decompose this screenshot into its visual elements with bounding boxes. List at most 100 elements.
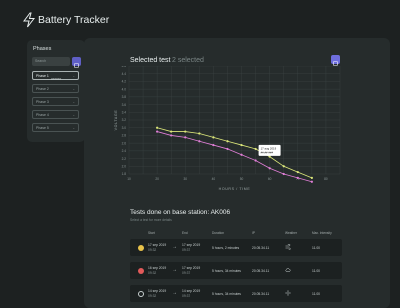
phase-label: Phase 2 bbox=[36, 87, 49, 91]
col-ip: IP bbox=[252, 231, 256, 235]
y-tick-label: 3.6 bbox=[122, 103, 127, 107]
x-tick-label: 40 bbox=[212, 177, 216, 181]
phase-label: Phase 5 bbox=[36, 126, 49, 130]
ip: 20.05.34.11 bbox=[252, 291, 270, 296]
data-point bbox=[156, 130, 159, 133]
phase-item-2[interactable]: Phase 2 ⌄ bbox=[32, 84, 79, 93]
chevron-down-icon: ⌄ bbox=[72, 74, 75, 78]
search-button[interactable] bbox=[72, 57, 81, 68]
phases-panel: Phases Search Phase 1 ###### ⌄ Phase 2 ⌄… bbox=[27, 40, 85, 142]
phase-tag: ###### bbox=[51, 76, 62, 81]
data-point bbox=[184, 130, 187, 133]
duration: 5 hours, 34 minutes bbox=[212, 291, 241, 296]
y-tick-label: 3.4 bbox=[122, 110, 127, 114]
x-tick-label: 50 bbox=[240, 177, 244, 181]
data-point bbox=[310, 176, 313, 179]
y-tick-label: 4.2 bbox=[122, 80, 127, 84]
x-tick-label: 30 bbox=[183, 177, 187, 181]
chevron-down-icon: ⌄ bbox=[72, 113, 75, 117]
end-time: 09:37 bbox=[182, 294, 191, 298]
tests-title: Tests done on base station: AK006 bbox=[130, 209, 231, 216]
data-point bbox=[170, 130, 173, 133]
data-point bbox=[254, 159, 257, 162]
end-date: 17 sep 2019 bbox=[182, 243, 201, 247]
col-end: End bbox=[182, 231, 188, 235]
data-point bbox=[254, 147, 257, 151]
y-tick-label: 3.0 bbox=[122, 126, 127, 130]
data-point bbox=[296, 170, 299, 174]
phase-label: Phase 3 bbox=[36, 100, 49, 104]
max-intensity: 11.00 bbox=[312, 268, 321, 273]
x-tick-label: 80 bbox=[324, 177, 328, 181]
tooltip-text: ##:## ### bbox=[261, 150, 274, 154]
phase-search-input[interactable]: Search bbox=[32, 57, 70, 66]
data-point bbox=[198, 132, 201, 135]
tests-subtitle: Select a test for more details bbox=[130, 218, 172, 222]
y-tick-label: 4.6 bbox=[122, 66, 127, 68]
data-point bbox=[226, 147, 229, 151]
top-bar: Battery Tracker bbox=[0, 0, 400, 40]
y-tick-label: 2.0 bbox=[122, 164, 127, 168]
cloud-icon bbox=[285, 268, 291, 272]
phase-item-4[interactable]: Phase 4 ⌄ bbox=[32, 110, 79, 119]
data-point bbox=[240, 153, 243, 156]
y-tick-label: 3.2 bbox=[122, 118, 127, 122]
status-dot bbox=[138, 244, 144, 251]
duration: 5 hours, 34 minutes bbox=[212, 268, 241, 273]
data-point bbox=[310, 180, 313, 183]
y-axis-label: VOLTAGE bbox=[114, 110, 118, 131]
data-point bbox=[240, 143, 243, 147]
y-tick-label: 2.8 bbox=[122, 134, 127, 138]
duration: 5 hours, 2 minutes bbox=[212, 245, 240, 250]
data-point bbox=[156, 126, 159, 129]
phase-item-5[interactable]: Phase 5 ⌄ bbox=[32, 123, 79, 132]
status-dot bbox=[138, 290, 144, 297]
lightning-icon bbox=[23, 12, 36, 28]
arrow-right-icon: → bbox=[172, 244, 177, 250]
x-axis-label: HOURS / TIME bbox=[219, 187, 251, 191]
chevron-down-icon: ⌄ bbox=[72, 100, 75, 104]
table-row[interactable]: 16 sep 2019 09:32 → 17 sep 2019 09:37 5 … bbox=[130, 262, 342, 279]
ip: 20.05.34.11 bbox=[252, 268, 270, 273]
data-point bbox=[226, 140, 229, 143]
max-intensity: 11.00 bbox=[312, 291, 321, 296]
phase-item-3[interactable]: Phase 3 ⌄ bbox=[32, 97, 79, 106]
y-tick-label: 3.8 bbox=[122, 95, 127, 99]
start-time: 09:32 bbox=[148, 248, 157, 252]
phase-label: Phase 4 bbox=[36, 113, 49, 117]
table-row[interactable]: 14 sep 2019 09:32 → 14 sep 2019 09:37 5 … bbox=[130, 285, 342, 302]
max-intensity: 11.00 bbox=[312, 245, 321, 250]
data-point bbox=[184, 136, 187, 139]
ip: 20.05.34.11 bbox=[252, 245, 270, 250]
table-row[interactable]: 17 sep 2019 09:32 → 17 sep 2019 09:37 5 … bbox=[130, 239, 342, 256]
y-tick-label: 4.4 bbox=[122, 72, 127, 76]
start-date: 17 sep 2019 bbox=[148, 243, 167, 247]
y-tick-label: 2.6 bbox=[122, 141, 127, 145]
phase-label: Phase 1 bbox=[36, 74, 49, 78]
data-point bbox=[170, 134, 173, 137]
table-header: Start End Duration IP Weather Max. Inten… bbox=[130, 231, 342, 237]
col-max: Max. Intensity bbox=[312, 231, 332, 235]
phase-item-1[interactable]: Phase 1 ###### ⌄ bbox=[32, 71, 79, 81]
end-date: 17 sep 2019 bbox=[182, 266, 201, 270]
col-duration: Duration bbox=[212, 231, 225, 235]
x-tick-label: 20 bbox=[155, 177, 159, 181]
x-tick-label: 10 bbox=[127, 177, 131, 181]
search-icon bbox=[74, 63, 79, 68]
arrow-right-icon: → bbox=[172, 290, 177, 296]
y-tick-label: 1.8 bbox=[122, 172, 127, 176]
y-tick-label: 2.2 bbox=[122, 157, 127, 161]
export-button[interactable] bbox=[331, 55, 340, 66]
end-time: 09:37 bbox=[182, 248, 191, 252]
start-date: 16 sep 2019 bbox=[148, 266, 167, 270]
sun-icon bbox=[285, 290, 291, 296]
chevron-down-icon: ⌄ bbox=[72, 126, 75, 130]
end-time: 09:37 bbox=[182, 271, 191, 275]
voltage-chart: 10 20 30 40 50 60 70 804.64.44.24.03.83.63.43.2… bbox=[114, 66, 341, 191]
wind-icon bbox=[285, 244, 291, 250]
phases-title: Phases bbox=[33, 46, 52, 52]
start-date: 14 sep 2019 bbox=[148, 289, 167, 293]
data-point bbox=[282, 165, 285, 168]
col-start: Start bbox=[148, 231, 155, 235]
data-point bbox=[296, 176, 299, 179]
